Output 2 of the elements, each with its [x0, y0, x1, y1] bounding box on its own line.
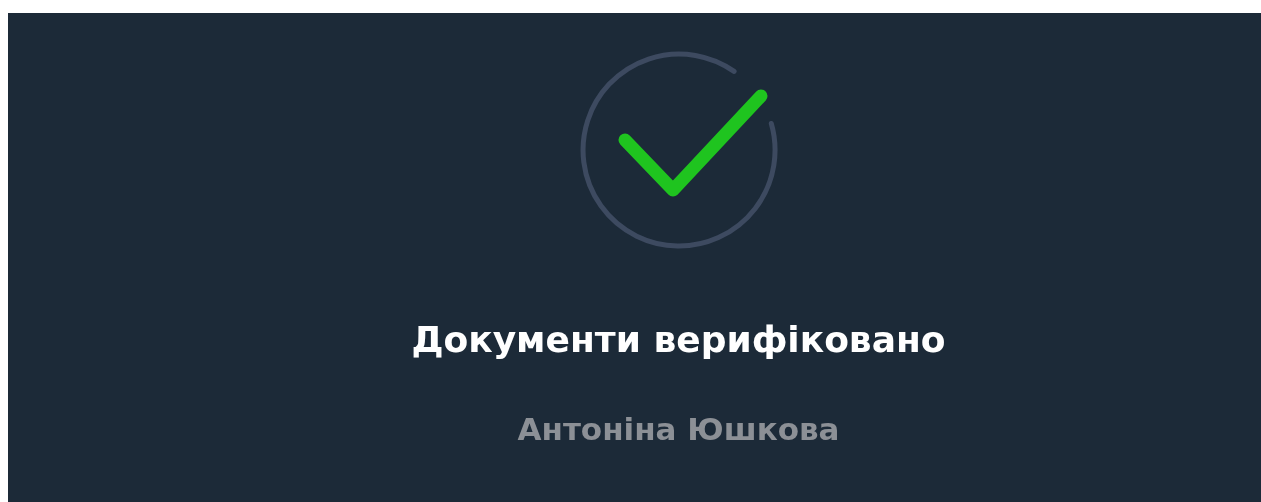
status-title: Документи верифіковано [411, 318, 946, 362]
person-name: Антоніна Юшкова [517, 411, 840, 449]
